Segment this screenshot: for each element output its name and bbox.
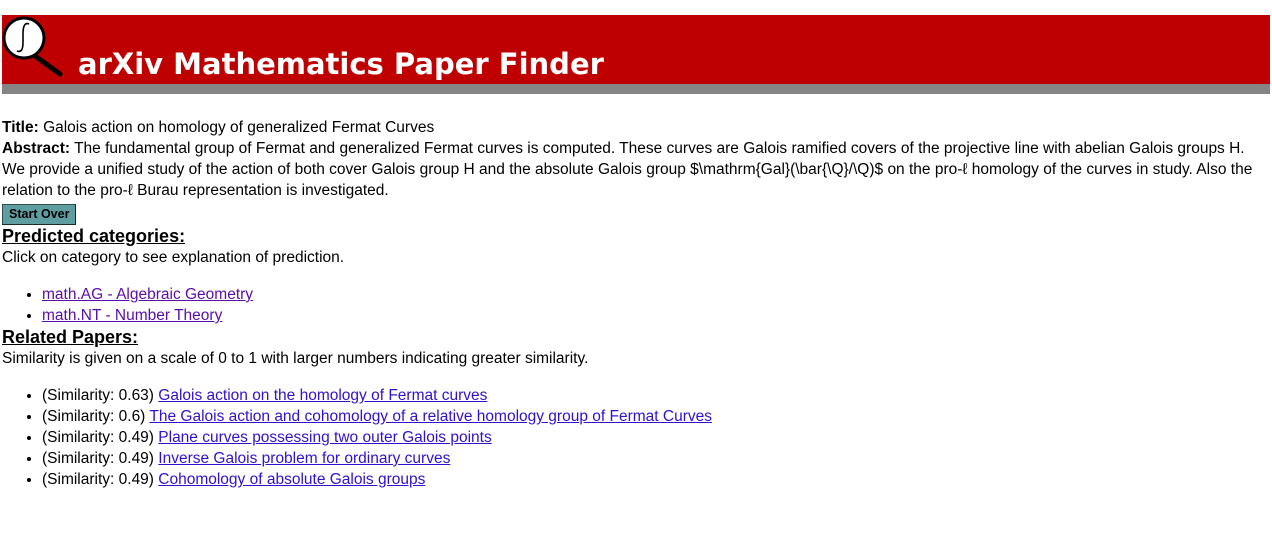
- list-item: math.AG - Algebraic Geometry: [42, 284, 1266, 305]
- list-item: (Similarity: 0.49) Plane curves possessi…: [42, 427, 1266, 448]
- categories-note: Click on category to see explanation of …: [2, 249, 345, 266]
- app-title: arXiv Mathematics Paper Finder: [78, 47, 604, 81]
- paper-title: Galois action on homology of generalized…: [43, 119, 435, 136]
- paper-abstract: The fundamental group of Fermat and gene…: [2, 140, 1253, 199]
- related-paper-link[interactable]: Cohomology of absolute Galois groups: [158, 471, 425, 488]
- integral-magnifier-icon: [2, 16, 63, 77]
- categories-heading: Predicted categories:: [2, 226, 186, 246]
- paper-title-line: Title: Galois action on homology of gene…: [2, 117, 1266, 138]
- related-heading: Related Papers:: [2, 327, 139, 347]
- abstract-label: Abstract:: [2, 140, 71, 157]
- paper-abstract-line: Abstract: The fundamental group of Ferma…: [2, 138, 1266, 201]
- related-paper-link[interactable]: The Galois action and cohomology of a re…: [149, 408, 712, 425]
- related-paper-link[interactable]: Plane curves possessing two outer Galois…: [158, 429, 491, 446]
- list-item: (Similarity: 0.49) Inverse Galois proble…: [42, 448, 1266, 469]
- list-item: (Similarity: 0.63) Galois action on the …: [42, 385, 1266, 406]
- list-item: (Similarity: 0.6) The Galois action and …: [42, 406, 1266, 427]
- similarity-score: (Similarity: 0.6): [42, 408, 146, 425]
- main-content: Title: Galois action on homology of gene…: [2, 117, 1266, 490]
- start-over-button[interactable]: Start Over: [2, 204, 77, 225]
- related-paper-link[interactable]: Inverse Galois problem for ordinary curv…: [158, 450, 450, 467]
- related-list: (Similarity: 0.63) Galois action on the …: [2, 385, 1266, 490]
- related-note: Similarity is given on a scale of 0 to 1…: [2, 350, 589, 367]
- category-list: math.AG - Algebraic Geometry math.NT - N…: [2, 284, 1266, 326]
- related-paper-link[interactable]: Galois action on the homology of Fermat …: [158, 387, 487, 404]
- similarity-score: (Similarity: 0.49): [42, 471, 154, 488]
- similarity-score: (Similarity: 0.49): [42, 450, 154, 467]
- header-divider: [2, 84, 1270, 94]
- list-item: (Similarity: 0.49) Cohomology of absolut…: [42, 469, 1266, 490]
- category-link-math-nt[interactable]: math.NT - Number Theory: [42, 307, 222, 324]
- category-link-math-ag[interactable]: math.AG - Algebraic Geometry: [42, 286, 253, 303]
- list-item: math.NT - Number Theory: [42, 305, 1266, 326]
- title-label: Title:: [2, 119, 39, 136]
- similarity-score: (Similarity: 0.49): [42, 429, 154, 446]
- similarity-score: (Similarity: 0.63): [42, 387, 154, 404]
